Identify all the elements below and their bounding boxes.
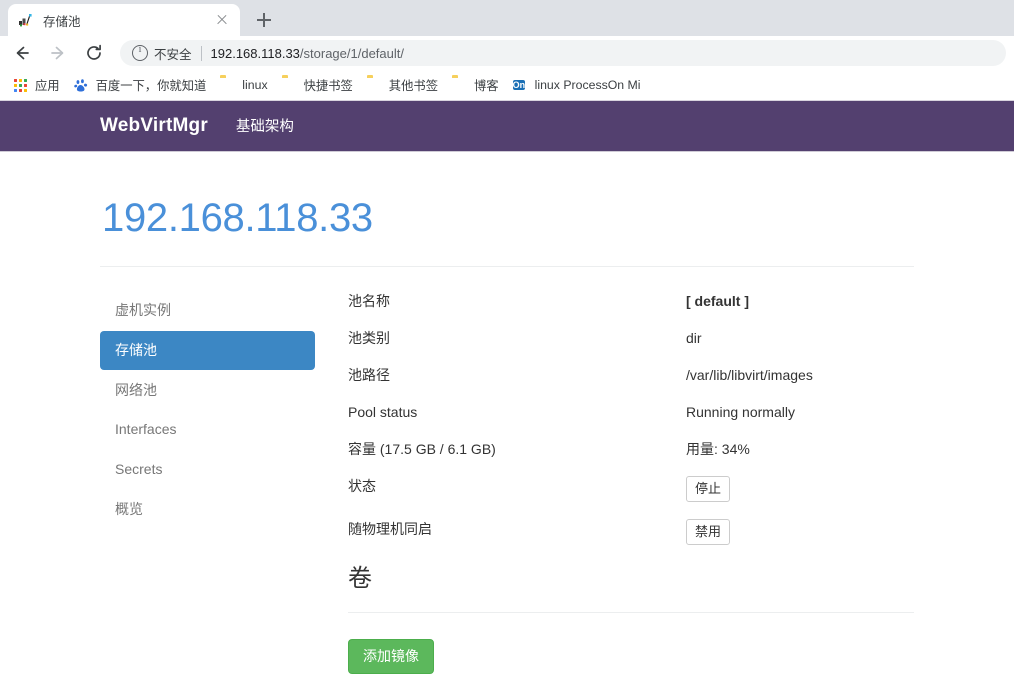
volumes-heading: 卷 (348, 565, 372, 592)
detail-value: dir (686, 330, 702, 346)
browser-toolbar: 不安全 192.168.118.33/storage/1/default/ (0, 36, 1014, 70)
bookmark-label: 博客 (474, 79, 499, 93)
detail-label: 状态 (348, 478, 376, 494)
stop-pool-button[interactable]: 停止 (686, 476, 731, 502)
bookmark-label: 应用 (35, 79, 60, 93)
detail-value: [ default ] (686, 291, 914, 311)
detail-label: 容量 (17.5 GB / 6.1 GB) (348, 441, 496, 457)
tab-close-icon[interactable] (214, 12, 230, 28)
web-page: WebVirtMgr 基础架构 192.168.118.33 虚机实例 存储池 … (0, 100, 1014, 674)
folder-icon (452, 77, 468, 93)
url-host: 192.168.118.33 (210, 45, 300, 61)
bookmark-label: linux (242, 78, 268, 92)
bookmark-quick-folder[interactable]: 快捷书签 (275, 74, 360, 96)
browser-chrome: 存储池 不安全 192.168.11 (0, 0, 1014, 70)
bookmark-baidu[interactable]: 百度一下，你就知道 (67, 74, 214, 96)
tab-title: 存储池 (43, 14, 81, 29)
detail-row: Pool status Running normally (348, 402, 914, 422)
apps-grid-icon (13, 77, 29, 93)
app-brand[interactable]: WebVirtMgr (100, 115, 208, 137)
detail-panel: 池名称 [ default ] 池类别 dir 池路径 /var/lib/lib… (315, 291, 914, 674)
omnibox-divider (200, 45, 202, 61)
detail-row: 容量 (17.5 GB / 6.1 GB) 用量: 34% (348, 439, 914, 459)
detail-row: 随物理机同启 禁用 (348, 519, 914, 545)
detail-label: 池路径 (348, 367, 390, 383)
page-container: 192.168.118.33 虚机实例 存储池 网络池 Interfaces S… (100, 152, 914, 674)
info-circle-icon[interactable] (132, 44, 148, 61)
address-bar[interactable]: 不安全 192.168.118.33/storage/1/default/ (120, 40, 1006, 66)
detail-row: 状态 停止 (348, 476, 914, 502)
bookmark-other-folder[interactable]: 其他书签 (360, 74, 445, 96)
reload-icon[interactable] (80, 39, 108, 67)
detail-label: Pool status (348, 404, 418, 420)
detail-value: 用量: 34% (686, 441, 750, 457)
sidebar-item-storage[interactable]: 存储池 (100, 330, 315, 370)
back-icon[interactable] (8, 39, 36, 67)
bookmark-label: 其他书签 (388, 79, 438, 93)
folder-icon (367, 77, 383, 93)
forward-icon (44, 39, 72, 67)
browser-tab[interactable]: 存储池 (8, 4, 240, 36)
detail-value: /var/lib/libvirt/images (686, 367, 813, 383)
folder-icon (282, 77, 298, 93)
bookmark-label: linux ProcessOn Mi (534, 78, 641, 92)
sidebar-item-instances[interactable]: 虚机实例 (100, 291, 315, 330)
detail-value: 停止 (686, 476, 914, 502)
pool-name-value: [ default ] (686, 293, 749, 309)
sidebar-item-overview[interactable]: 概览 (100, 490, 315, 529)
bookmark-label: 快捷书签 (303, 79, 353, 93)
bookmark-label: 百度一下，你就知道 (95, 79, 207, 93)
webvirtmgr-favicon-icon (18, 12, 34, 28)
sidebar-item-interfaces[interactable]: Interfaces (100, 410, 315, 449)
bookmark-processon[interactable]: On linux ProcessOn Mi (506, 75, 648, 95)
bookmark-linux-folder[interactable]: linux (213, 75, 274, 95)
detail-label: 池名称 (348, 293, 390, 309)
detail-value: Running normally (686, 404, 795, 420)
url-path: /storage/1/default/ (299, 45, 404, 61)
detail-label: 池类别 (348, 330, 390, 346)
folder-icon (220, 77, 236, 93)
content-row: 虚机实例 存储池 网络池 Interfaces Secrets 概览 池名称 [… (100, 267, 914, 674)
url-text: 192.168.118.33/storage/1/default/ (211, 46, 404, 61)
new-tab-button[interactable] (250, 6, 278, 34)
on-icon: On (512, 80, 526, 90)
detail-row: 池路径 /var/lib/libvirt/images (348, 365, 914, 385)
add-image-button[interactable]: 添加镜像 (348, 638, 434, 674)
sidebar-item-secrets[interactable]: Secrets (100, 450, 315, 489)
bookmark-apps[interactable]: 应用 (6, 74, 67, 96)
bookmark-blog-folder[interactable]: 博客 (445, 74, 506, 96)
volumes-divider (348, 611, 914, 613)
sidebar-item-networks[interactable]: 网络池 (100, 371, 315, 410)
sidebar-nav: 虚机实例 存储池 网络池 Interfaces Secrets 概览 (100, 291, 315, 674)
detail-row: 池类别 dir (348, 328, 914, 348)
disable-autostart-button[interactable]: 禁用 (686, 519, 731, 545)
app-navbar: WebVirtMgr 基础架构 (0, 100, 1014, 152)
baidu-icon (73, 77, 90, 93)
security-status-label: 不安全 (154, 47, 192, 62)
bookmarks-bar: 应用 百度一下，你就知道 linux 快捷书签 其他书签 博客 On linux (0, 70, 1014, 100)
detail-row: 池名称 [ default ] (348, 291, 914, 311)
page-title: 192.168.118.33 (102, 196, 373, 240)
detail-label: 随物理机同启 (348, 521, 432, 537)
tab-strip: 存储池 (0, 0, 1014, 36)
nav-link-infrastructure[interactable]: 基础架构 (236, 115, 294, 136)
detail-value: 禁用 (686, 519, 914, 545)
